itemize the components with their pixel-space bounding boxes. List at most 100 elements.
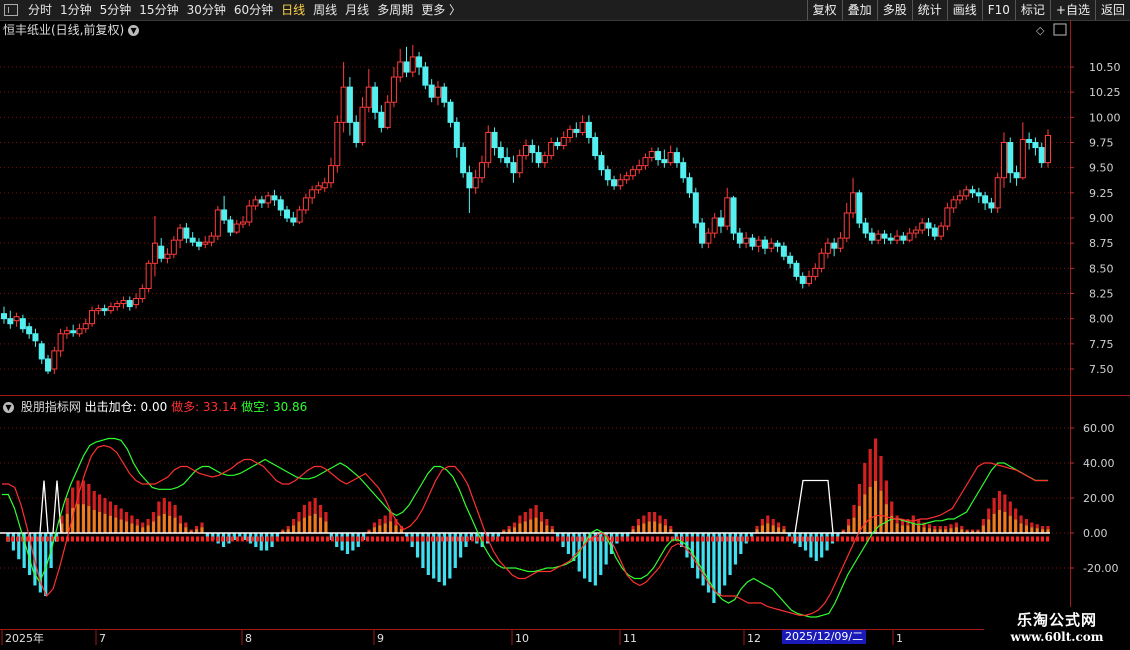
histogram-bar-negative (712, 533, 716, 603)
histogram-bar-upper (71, 487, 75, 508)
candle-body (321, 182, 328, 189)
time-label-7: 1 (896, 632, 903, 645)
candle-body (680, 162, 687, 179)
candle-body (170, 239, 177, 255)
histogram-bar-lower (987, 519, 991, 533)
candle-body (1019, 138, 1026, 179)
chevron-down-icon[interactable]: ▼ (3, 402, 14, 413)
histogram-bar-lower (81, 504, 86, 533)
histogram-bar-lower (954, 527, 958, 533)
candle-body (57, 333, 64, 352)
candle-body (541, 155, 548, 164)
time-label-6: 12 (747, 632, 761, 645)
candle-body (76, 328, 83, 335)
candle-body (755, 239, 762, 247)
candle-body (302, 197, 309, 211)
price-tick-0: 10.50 (1089, 61, 1121, 74)
histogram-bar-upper (367, 529, 371, 532)
candle-body (434, 86, 441, 98)
histogram-bar-lower (884, 504, 888, 533)
histogram-bar-lower (658, 523, 662, 533)
histogram-bar-upper (841, 529, 845, 532)
candle-body (390, 76, 397, 103)
candle-body (447, 101, 454, 123)
candle-body (183, 227, 190, 239)
histogram-bar-lower (151, 521, 156, 533)
candle-body (478, 162, 485, 179)
histogram-bar-lower (900, 525, 905, 533)
candle-body (101, 308, 108, 312)
histogram-bar-upper (884, 480, 888, 505)
candle-body (32, 333, 39, 342)
candle-body (189, 237, 196, 243)
candle-body (623, 175, 630, 181)
candle-body (164, 253, 171, 259)
candle-body (875, 233, 882, 241)
candle-body (271, 195, 278, 201)
histogram-bar-upper (1041, 526, 1045, 530)
indicator-title[interactable]: ▼ 股朋指标网 出击加仓: 0.00 做多: 33.14 做空: 30.86 (3, 398, 307, 415)
diamond-icon: ◇ (1036, 24, 1045, 37)
candle-body (315, 185, 322, 191)
candle-body (202, 241, 209, 245)
time-label-3: 9 (377, 632, 384, 645)
histogram-bar-lower (98, 511, 102, 533)
histogram-bar-lower (857, 506, 861, 533)
histogram-bar-lower (130, 523, 134, 533)
histogram-bar-lower (852, 517, 856, 533)
histogram-bar-lower (146, 525, 150, 533)
candle-body (296, 209, 303, 223)
histogram-bar-upper (291, 519, 296, 526)
candle-body (208, 235, 215, 243)
candle-body (516, 155, 523, 174)
histogram-bar-upper (944, 526, 948, 530)
candle-body (1026, 138, 1033, 143)
stock-title[interactable]: 恒丰纸业(日线,前复权) ▼ (3, 21, 142, 38)
histogram-bar-upper (976, 529, 980, 532)
price-tick-1: 10.25 (1089, 86, 1121, 99)
histogram-bar-upper (868, 449, 872, 487)
histogram-bar-upper (771, 519, 775, 526)
candle-body (592, 136, 599, 157)
chevron-down-icon[interactable]: ▼ (128, 25, 140, 36)
candle-body (850, 192, 857, 214)
histogram-bar-lower (512, 527, 517, 533)
histogram-bar-lower (636, 525, 641, 533)
candle-body (1007, 142, 1014, 174)
candle-body (982, 195, 989, 204)
histogram-bar-upper (949, 524, 953, 529)
price-tick-5: 9.25 (1089, 187, 1114, 200)
histogram-bar-lower (394, 525, 398, 533)
candle-body (567, 128, 574, 138)
histogram-bar-upper (146, 519, 150, 526)
histogram-bar-upper (108, 501, 112, 516)
histogram-bar-lower (1003, 511, 1007, 533)
histogram-bar-upper (539, 512, 544, 522)
candle-body (497, 147, 504, 159)
indicator-name: 股朋指标网 (20, 400, 81, 414)
histogram-bar-upper (1024, 519, 1029, 526)
candle-body (384, 101, 391, 128)
candle-body (378, 111, 385, 128)
histogram-bar-lower (324, 521, 328, 533)
histogram-bar-lower (917, 525, 921, 533)
histogram-bar-lower (1024, 525, 1029, 533)
histogram-bar-lower (766, 523, 770, 533)
histogram-bar-lower (119, 519, 123, 533)
candle-body (372, 86, 379, 113)
candle-body (931, 227, 938, 237)
candle-body (472, 177, 479, 189)
histogram-bar-lower (308, 515, 312, 533)
histogram-bar-upper (372, 522, 377, 528)
price-tick-11: 7.75 (1089, 338, 1114, 351)
histogram-bar-lower (162, 513, 166, 533)
candle-body (416, 56, 423, 68)
attack-plateau-line (794, 479, 834, 534)
candle-body (227, 219, 234, 233)
histogram-bar-upper (302, 505, 306, 518)
histogram-bar-upper (135, 519, 139, 526)
histogram-bar-lower (135, 525, 139, 533)
histogram-bar-upper (114, 505, 118, 518)
price-tick-7: 8.75 (1089, 237, 1114, 250)
candle-body (1013, 172, 1020, 179)
